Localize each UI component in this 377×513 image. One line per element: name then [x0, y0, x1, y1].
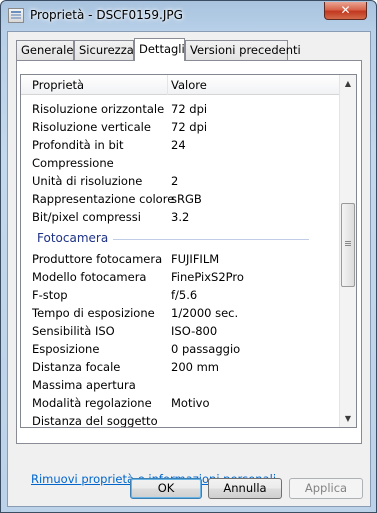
tab-generale[interactable]: Generale: [16, 40, 74, 60]
property-value: FinePixS2Pro: [171, 270, 244, 284]
tab-dettagli[interactable]: Dettagli: [134, 38, 185, 61]
property-name: Distanza focale: [32, 360, 121, 374]
table-row[interactable]: Modalità regolazione Motivo: [21, 394, 339, 412]
scroll-up-arrow-icon[interactable]: ▲: [340, 75, 356, 92]
property-value: f/5.6: [171, 288, 198, 302]
property-name: Modello fotocamera: [32, 270, 147, 284]
column-separator[interactable]: [167, 75, 168, 95]
property-value: 1/2000 sec.: [171, 306, 239, 320]
table-row[interactable]: Risoluzione orizzontale 72 dpi: [21, 100, 339, 118]
property-value: 200 mm: [171, 360, 220, 374]
property-name: Produttore fotocamera: [32, 252, 163, 266]
property-value: 2: [171, 174, 179, 188]
property-name: Compressione: [32, 156, 114, 170]
property-value: Motivo: [171, 396, 210, 410]
column-header: Proprietà Valore: [21, 75, 339, 95]
property-name: Massima apertura: [32, 378, 136, 392]
property-value: 24: [171, 138, 186, 152]
table-row[interactable]: Esposizione 0 passaggio: [21, 340, 339, 358]
property-name: Modalità regolazione: [32, 396, 152, 410]
column-header-value[interactable]: Valore: [171, 78, 207, 92]
table-row[interactable]: Unità di risoluzione 2: [21, 172, 339, 190]
group-label: Fotocamera: [37, 231, 109, 245]
title-bar[interactable]: Proprietà - DSCF0159.JPG ✕: [1, 1, 376, 31]
property-name: Sensibilità ISO: [32, 324, 115, 338]
scroll-down-arrow-icon[interactable]: ▼: [340, 410, 356, 427]
file-icon: [8, 8, 24, 23]
property-value: sRGB: [171, 192, 202, 206]
property-name: Bit/pixel compressi: [32, 210, 141, 224]
dialog-body: Generale Sicurezza Dettagli Versioni pre…: [7, 31, 371, 507]
property-value: 72 dpi: [171, 102, 208, 116]
column-header-property[interactable]: Proprietà: [32, 78, 84, 92]
tab-sicurezza[interactable]: Sicurezza: [74, 40, 134, 60]
property-name: Risoluzione verticale: [32, 120, 151, 134]
vertical-scrollbar[interactable]: ▲ ▼: [339, 75, 356, 427]
property-value: 3.2: [171, 210, 190, 224]
apply-button[interactable]: Applica: [289, 478, 363, 499]
table-row[interactable]: Risoluzione verticale 72 dpi: [21, 118, 339, 136]
table-row[interactable]: Profondità in bit 24: [21, 136, 339, 154]
table-row[interactable]: F-stop f/5.6: [21, 286, 339, 304]
property-value: ISO-800: [171, 324, 218, 338]
ok-button[interactable]: OK: [130, 478, 202, 499]
scroll-thumb[interactable]: [341, 203, 355, 287]
property-name: Rappresentazione colore: [32, 192, 175, 206]
table-row[interactable]: Sensibilità ISO ISO-800: [21, 322, 339, 340]
group-header-fotocamera: Fotocamera: [21, 228, 339, 248]
property-value: 72 dpi: [171, 120, 208, 134]
property-name: Distanza del soggetto: [32, 414, 158, 428]
close-button[interactable]: ✕: [324, 2, 367, 20]
group-divider: [113, 239, 309, 240]
properties-list[interactable]: Proprietà Valore Risoluzione orizzontale…: [20, 74, 357, 428]
table-row[interactable]: Distanza del soggetto: [21, 412, 339, 428]
property-name: Profondità in bit: [32, 138, 124, 152]
property-name: Risoluzione orizzontale: [32, 102, 165, 116]
table-row[interactable]: Massima apertura: [21, 376, 339, 394]
cancel-button[interactable]: Annulla: [208, 478, 282, 499]
property-name: F-stop: [32, 288, 68, 302]
property-name: Tempo di esposizione: [32, 306, 155, 320]
property-value: 0 passaggio: [171, 342, 241, 356]
table-row[interactable]: Produttore fotocamera FUJIFILM: [21, 250, 339, 268]
table-row[interactable]: Rappresentazione colore sRGB: [21, 190, 339, 208]
tab-versioni-precedenti[interactable]: Versioni precedenti: [185, 40, 301, 60]
property-name: Unità di risoluzione: [32, 174, 143, 188]
window-title: Proprietà - DSCF0159.JPG: [30, 8, 183, 22]
table-row[interactable]: Compressione: [21, 154, 339, 172]
table-row[interactable]: Tempo di esposizione 1/2000 sec.: [21, 304, 339, 322]
property-name: Esposizione: [32, 342, 100, 356]
window-frame: Proprietà - DSCF0159.JPG ✕ Generale Sicu…: [0, 0, 377, 513]
table-row[interactable]: Bit/pixel compressi 3.2: [21, 208, 339, 226]
property-value: FUJIFILM: [171, 252, 220, 266]
table-row[interactable]: Modello fotocamera FinePixS2Pro: [21, 268, 339, 286]
table-row[interactable]: Distanza focale 200 mm: [21, 358, 339, 376]
